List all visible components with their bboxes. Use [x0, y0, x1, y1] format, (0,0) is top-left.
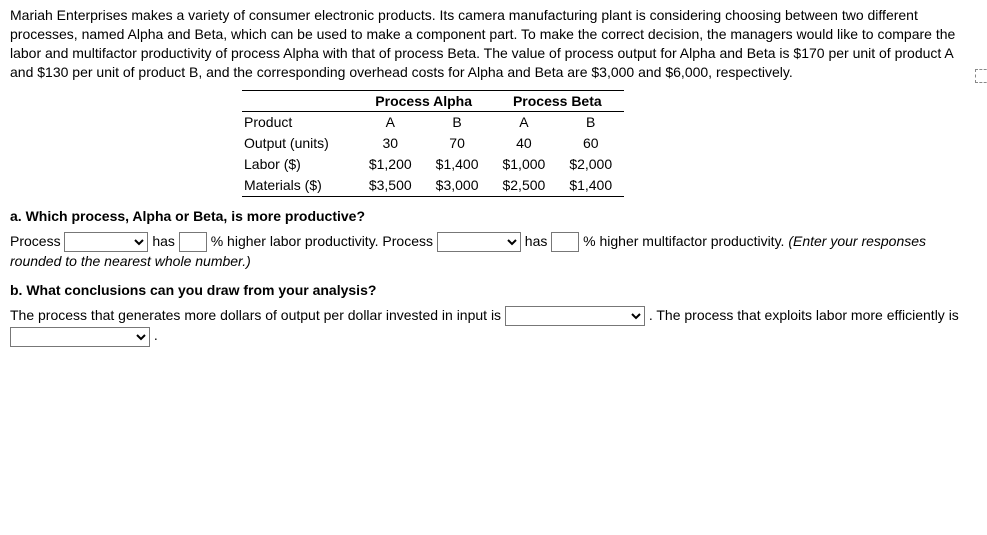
- cell: 40: [490, 133, 557, 154]
- data-table-area: i Process Alpha Process Beta Product A B…: [242, 90, 977, 197]
- cell: $1,400: [424, 154, 491, 175]
- multifactor-percent-input[interactable]: [551, 232, 579, 252]
- cell: $1,200: [357, 154, 424, 175]
- text: . The process that exploits labor more e…: [649, 307, 959, 323]
- row-labor-label: Labor ($): [242, 154, 357, 175]
- cell: $2,500: [490, 175, 557, 196]
- cell: 60: [557, 133, 624, 154]
- text: has: [525, 233, 551, 249]
- output-per-input-select[interactable]: [505, 306, 645, 326]
- cell: $1,000: [490, 154, 557, 175]
- question-b: b. What conclusions can you draw from yo…: [10, 281, 977, 300]
- cell: $3,500: [357, 175, 424, 196]
- text: The process that generates more dollars …: [10, 307, 505, 323]
- cell: A: [357, 112, 424, 133]
- row-materials-label: Materials ($): [242, 175, 357, 196]
- problem-statement: Mariah Enterprises makes a variety of co…: [10, 6, 977, 82]
- question-a-label: a. Which process, Alpha or Beta, is more…: [10, 208, 365, 224]
- copy-icon[interactable]: [975, 69, 987, 83]
- cell: B: [557, 112, 624, 133]
- answer-line-a: Process has % higher labor productivity.…: [10, 232, 977, 271]
- labor-percent-input[interactable]: [179, 232, 207, 252]
- cell: 70: [424, 133, 491, 154]
- text: % higher labor productivity. Process: [211, 233, 437, 249]
- text: has: [152, 233, 178, 249]
- process-select-labor[interactable]: [64, 232, 148, 252]
- cell: $1,400: [557, 175, 624, 196]
- cell: B: [424, 112, 491, 133]
- cell: 30: [357, 133, 424, 154]
- question-a: a. Which process, Alpha or Beta, is more…: [10, 207, 977, 226]
- labor-efficiency-select[interactable]: [10, 327, 150, 347]
- text: Process: [10, 233, 64, 249]
- question-b-label: b. What conclusions can you draw from yo…: [10, 282, 376, 298]
- text: .: [154, 327, 158, 343]
- process-table: Process Alpha Process Beta Product A B A…: [242, 90, 624, 197]
- cell: A: [490, 112, 557, 133]
- row-output-label: Output (units): [242, 133, 357, 154]
- cell: $3,000: [424, 175, 491, 196]
- text: % higher multifactor productivity.: [583, 233, 788, 249]
- process-select-multifactor[interactable]: [437, 232, 521, 252]
- answer-line-b: The process that generates more dollars …: [10, 306, 977, 347]
- row-product-label: Product: [242, 112, 357, 133]
- col-alpha-header: Process Alpha: [357, 90, 491, 112]
- cell: $2,000: [557, 154, 624, 175]
- col-beta-header: Process Beta: [490, 90, 624, 112]
